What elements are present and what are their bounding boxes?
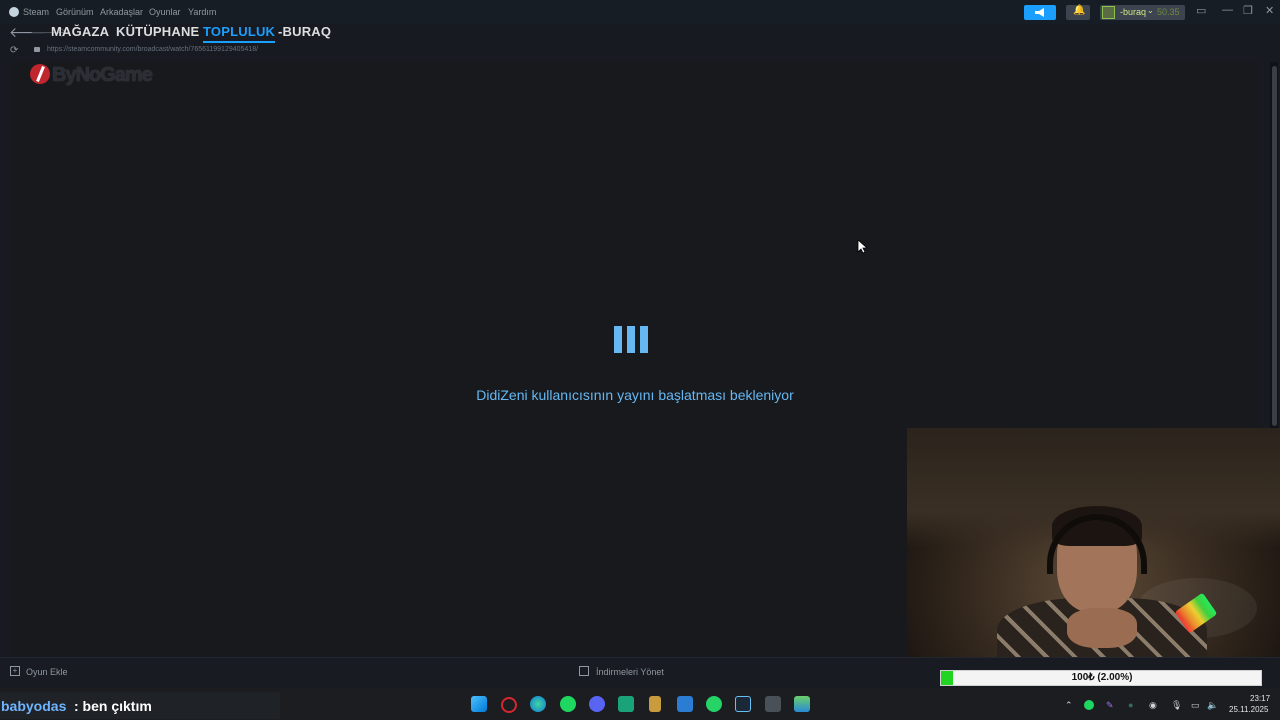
- menu-help[interactable]: Yardım: [188, 7, 216, 17]
- scrollbar-thumb[interactable]: [1272, 66, 1277, 426]
- add-game-button[interactable]: Oyun Ekle: [26, 667, 68, 677]
- account-name: -buraq: [1120, 7, 1147, 17]
- chevron-up-icon[interactable]: ⌃: [1065, 700, 1073, 711]
- megaphone-icon: [1035, 8, 1044, 17]
- volume-icon[interactable]: 🔈: [1207, 700, 1218, 711]
- steam-logo-icon[interactable]: [9, 7, 19, 17]
- minimize-icon[interactable]: —: [1222, 4, 1233, 16]
- waiting-message: DidiZeni kullanıcısının yayını başlatmas…: [476, 387, 794, 403]
- account-menu-button[interactable]: -buraq ⌄ 50.35: [1100, 5, 1185, 20]
- tab-store[interactable]: MAĞAZA: [51, 24, 109, 39]
- whatsapp-icon[interactable]: [706, 696, 722, 712]
- webcam-feed: [907, 428, 1280, 657]
- spotify-icon[interactable]: [560, 696, 576, 712]
- app-tray-icon[interactable]: ●: [1128, 700, 1133, 710]
- discord-icon[interactable]: [589, 696, 605, 712]
- lock-icon: [34, 47, 40, 52]
- mouse-cursor-icon: [857, 239, 867, 254]
- bell-icon: 🔔: [1073, 5, 1086, 16]
- clock-date[interactable]: 25.11.2025: [1229, 705, 1268, 714]
- menu-steam[interactable]: Steam: [23, 7, 49, 17]
- watermark-logo: ByNoGame: [52, 64, 153, 86]
- bynogame-logo-icon: [30, 64, 50, 84]
- reload-icon[interactable]: ⟳: [10, 45, 18, 56]
- menu-view[interactable]: Görünüm: [56, 7, 94, 17]
- chat-username: babyodas: [1, 698, 67, 714]
- announcements-button[interactable]: [1024, 5, 1056, 20]
- microphone-icon[interactable]: 🎙: [1171, 700, 1182, 711]
- restore-icon[interactable]: ❐: [1243, 4, 1253, 17]
- tab-profile[interactable]: -BURAQ: [278, 24, 331, 39]
- opera-icon[interactable]: [501, 697, 517, 713]
- edge-icon[interactable]: [530, 696, 546, 712]
- tab-library[interactable]: KÜTÜPHANE: [116, 24, 199, 39]
- manage-downloads-button[interactable]: İndirmeleri Yönet: [596, 667, 664, 677]
- league-icon[interactable]: [649, 696, 661, 712]
- chevron-down-icon: ⌄: [1147, 6, 1154, 15]
- feather-tray-icon[interactable]: ✎: [1106, 700, 1114, 711]
- menu-games[interactable]: Oyunlar: [149, 7, 181, 17]
- donation-progress-bar: 100₺ (2.00%): [940, 670, 1262, 686]
- mail-icon[interactable]: [677, 696, 693, 712]
- notifications-button[interactable]: 🔔: [1066, 5, 1090, 20]
- steam-icon[interactable]: [735, 696, 751, 712]
- network-icon[interactable]: ▭: [1191, 700, 1200, 711]
- calculator-icon[interactable]: [765, 696, 781, 712]
- progress-label: 100₺ (2.00%): [1071, 672, 1133, 683]
- menu-friends[interactable]: Arkadaşlar: [100, 7, 143, 17]
- clock-time[interactable]: 23:17: [1250, 694, 1270, 703]
- monitor-icon[interactable]: ▭: [1196, 4, 1206, 17]
- address-url[interactable]: https://steamcommunity.com/broadcast/wat…: [47, 46, 258, 53]
- windows-start-icon[interactable]: [471, 696, 487, 712]
- app-icon[interactable]: [618, 696, 634, 712]
- steam-tray-icon[interactable]: ◉: [1149, 700, 1157, 711]
- wallet-balance: 50.35: [1157, 7, 1180, 17]
- plus-icon[interactable]: +: [10, 666, 20, 676]
- loading-bars-icon: [614, 326, 648, 353]
- photos-icon[interactable]: [794, 696, 810, 712]
- chat-message: : ben çıktım: [74, 698, 152, 714]
- avatar: [1102, 6, 1115, 19]
- spotify-tray-icon[interactable]: [1084, 700, 1094, 710]
- download-icon[interactable]: [579, 666, 589, 676]
- close-icon[interactable]: ✕: [1265, 4, 1274, 17]
- tab-community[interactable]: TOPLULUK: [203, 24, 276, 43]
